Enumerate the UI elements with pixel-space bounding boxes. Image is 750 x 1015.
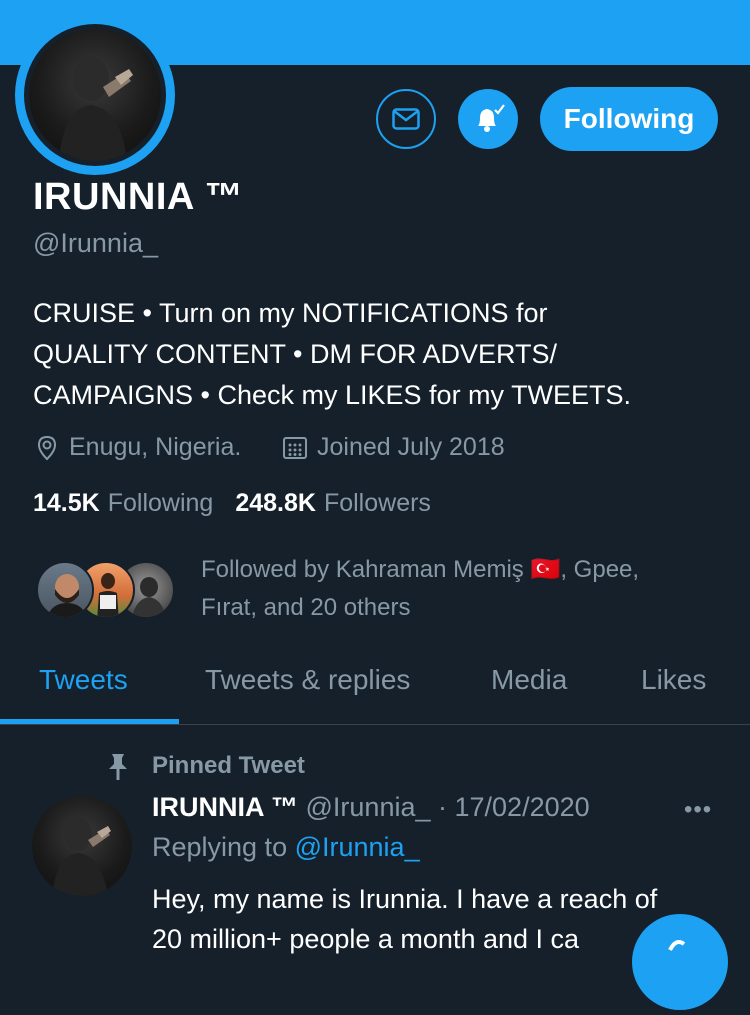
avatar-border — [24, 24, 166, 166]
followers-label: Followers — [323, 489, 431, 517]
followers-count: 248.8K — [235, 489, 316, 517]
envelope-icon — [392, 108, 420, 130]
tweet-author-avatar[interactable] — [32, 796, 132, 896]
notifications-button[interactable] — [458, 89, 518, 149]
bio-line: QUALITY CONTENT • DM FOR ADVERTS/ — [33, 339, 558, 369]
replying-prefix: Replying to — [152, 832, 288, 862]
more-options-icon[interactable]: ••• — [684, 796, 712, 824]
tweet-text-line: Hey, my name is Irunnia. I have a reach … — [152, 884, 658, 914]
following-count: 14.5K — [33, 489, 100, 517]
profile-stats: 14.5K Following 248.8K Followers — [33, 489, 453, 518]
avatar-silhouette — [52, 817, 111, 896]
message-button[interactable] — [376, 89, 436, 149]
following-button[interactable]: Following — [540, 87, 718, 151]
compose-icon — [668, 940, 686, 951]
follower-avatar[interactable] — [36, 561, 94, 619]
tweet-author-handle: @Irunnia_ — [305, 792, 431, 822]
profile-name: IRUNNIA ™ — [33, 176, 243, 218]
replying-to: Replying to @Irunnia_ — [152, 832, 420, 863]
tab-media[interactable]: Media — [491, 664, 567, 696]
tab-tweets-replies[interactable]: Tweets & replies — [205, 664, 410, 696]
pin-icon — [109, 754, 127, 780]
tab-tweets[interactable]: Tweets — [39, 664, 128, 696]
followed-by-line: Followed by Kahraman Memiş 🇹🇷, Gpee, — [201, 556, 640, 583]
calendar-icon — [283, 436, 307, 459]
joined-text: Joined July 2018 — [317, 433, 505, 461]
location-text: Enugu, Nigeria. — [69, 433, 242, 461]
followed-by-line: Fırat, and 20 others — [201, 594, 411, 621]
followers-stat[interactable]: 248.8K Followers — [235, 489, 431, 518]
tweet-header: IRUNNIA ™ @Irunnia_ · 17/02/2020 — [152, 792, 590, 823]
pinned-tweet-label: Pinned Tweet — [152, 752, 305, 779]
tweet-author-name[interactable]: IRUNNIA ™ — [152, 792, 298, 822]
avatar-photo — [29, 29, 161, 161]
profile-handle: @Irunnia_ — [33, 228, 158, 258]
bio-line: CAMPAIGNS • Check my LIKES for my TWEETS… — [33, 380, 632, 410]
location-pin-icon — [37, 435, 57, 460]
tweet-date: · 17/02/2020 — [438, 792, 590, 822]
following-stat[interactable]: 14.5K Following — [33, 489, 213, 518]
profile-location: Enugu, Nigeria. — [33, 433, 241, 462]
profile-bio: CRUISE • Turn on my NOTIFICATIONS for QU… — [33, 293, 723, 416]
followed-by-text[interactable]: Followed by Kahraman Memiş 🇹🇷, Gpee, Fır… — [201, 551, 721, 627]
bell-check-icon — [478, 104, 505, 132]
replying-handle-link[interactable]: @Irunnia_ — [295, 832, 420, 862]
bio-line: CRUISE • Turn on my NOTIFICATIONS for — [33, 298, 548, 328]
following-label: Following — [107, 489, 214, 517]
compose-tweet-button[interactable] — [632, 914, 728, 1010]
tabs-divider — [0, 724, 750, 725]
profile-joined: Joined July 2018 — [281, 433, 505, 462]
profile-avatar[interactable] — [15, 15, 175, 175]
tab-likes[interactable]: Likes — [641, 664, 706, 696]
avatar-silhouette — [59, 57, 133, 161]
